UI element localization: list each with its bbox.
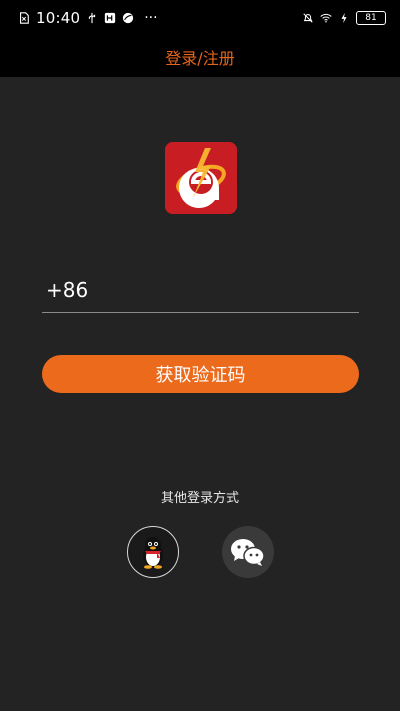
status-left: 10:40 ··· [18, 9, 158, 27]
other-login-label: 其他登录方式 [160, 491, 239, 506]
phone-number-input[interactable] [102, 276, 356, 308]
app-header: 登录/注册 [0, 36, 400, 77]
qq-login-button[interactable] [127, 526, 179, 578]
usb-icon [89, 12, 96, 24]
sim-icon [20, 12, 29, 24]
get-code-button[interactable]: 获取验证码 [42, 355, 359, 393]
wifi-icon [320, 13, 332, 23]
battery-level: 81 [356, 11, 386, 25]
wechat-login-button[interactable] [222, 526, 274, 578]
app-notification-icon [105, 12, 116, 24]
status-bar: 10:40 ··· 81 [0, 0, 400, 36]
more-notifications-icon: ··· [144, 10, 158, 26]
mute-bell-icon [303, 13, 313, 23]
status-time: 10:40 [36, 9, 81, 27]
app-logo-icon [165, 142, 237, 214]
app-logo [165, 142, 237, 214]
page-title: 登录/注册 [165, 48, 235, 68]
qq-penguin-icon [143, 537, 163, 569]
status-right: 81 [302, 9, 386, 27]
phone-input-row: +86 [42, 272, 359, 313]
browser-icon [123, 12, 134, 24]
country-code[interactable]: +86 [46, 278, 88, 302]
wechat-icon [231, 539, 265, 566]
charging-icon [341, 12, 347, 24]
